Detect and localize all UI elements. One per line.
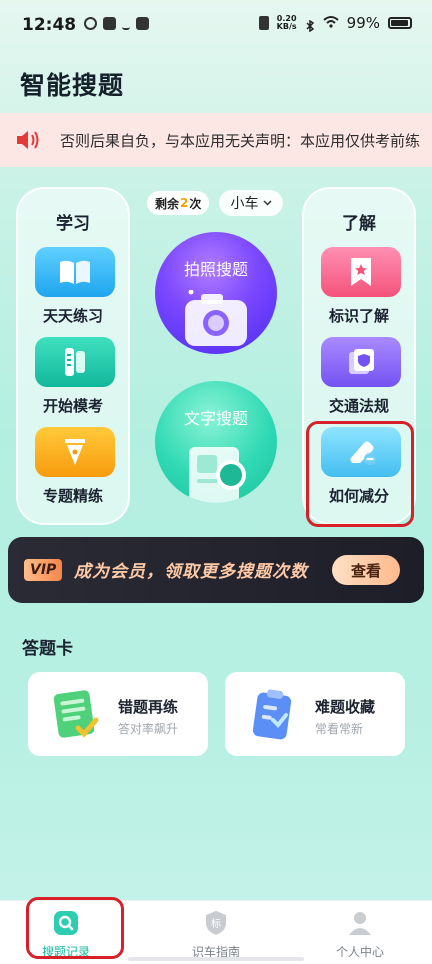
daily-practice-label: 天天练习 — [42, 307, 103, 325]
battery-icon — [388, 17, 412, 29]
wrong-questions-subtitle: 答对率飙升 — [118, 722, 179, 736]
document-search-icon — [189, 447, 246, 503]
notice-text: 否则后果自负，与本应用无关声明：本应用仅供考前练 — [60, 132, 421, 150]
vip-text: 成为会员，领取更多搜题次数 — [74, 562, 308, 582]
app-notification-icon — [103, 17, 116, 30]
book-icon — [60, 260, 90, 284]
pen-nib-icon — [65, 439, 85, 465]
photo-search-label: 拍照搜题 — [183, 260, 248, 279]
study-panel: 学习 天天练习 开始模考 专题精练 — [16, 187, 130, 525]
net-speed: 0.20 KB/s — [276, 14, 297, 31]
remaining-count-badge: 剩余 2 次 — [147, 191, 210, 215]
wrong-questions-title: 错题再练 — [118, 698, 179, 716]
traffic-law-label: 交通法规 — [328, 397, 389, 415]
text-search-button[interactable]: 文字搜题 — [155, 381, 277, 503]
topic-practice-button[interactable] — [35, 427, 115, 477]
nav-vehicle-guide[interactable]: 标 识车指南 — [166, 907, 266, 960]
sync-icon — [84, 17, 97, 30]
highlight-search-record — [26, 897, 124, 959]
page-title: 智能搜题 — [20, 71, 125, 100]
chevron-down-icon — [262, 200, 272, 206]
hard-questions-card[interactable]: 难题收藏 常看常新 — [225, 672, 405, 756]
pencil-ruler-icon — [65, 348, 85, 376]
text-search-label: 文字搜题 — [183, 409, 248, 428]
nav-profile[interactable]: 个人中心 — [310, 907, 410, 960]
highlight-reduce-points — [306, 421, 414, 527]
mail-icon — [136, 17, 149, 30]
hard-questions-subtitle: 常看常新 — [315, 722, 364, 736]
vip-view-button[interactable]: 查看 — [332, 555, 400, 585]
status-time: 12:48 — [22, 15, 77, 35]
clipboard-check-icon — [252, 689, 292, 740]
vip-banner[interactable]: VIP 成为会员，领取更多搜题次数 查看 — [8, 537, 424, 603]
traffic-law-button[interactable] — [321, 337, 401, 387]
hard-questions-title: 难题收藏 — [315, 698, 376, 716]
bookmark-star-icon — [351, 258, 371, 286]
sign-knowledge-label: 标识了解 — [328, 307, 389, 325]
sign-badge-icon: 标 — [206, 911, 226, 935]
vehicle-type-dropdown[interactable]: 小车 — [219, 190, 283, 216]
topic-practice-label: 专题精练 — [42, 487, 103, 505]
bluetooth-icon — [305, 18, 315, 33]
study-title: 学习 — [56, 214, 90, 234]
vibrate-icon — [258, 16, 269, 30]
notebook-check-icon — [53, 690, 99, 738]
mock-exam-label: 开始模考 — [42, 397, 103, 415]
user-icon — [349, 912, 371, 935]
wrong-questions-card[interactable]: 错题再练 答对率飙升 — [28, 672, 208, 756]
download-icon — [122, 17, 130, 30]
vip-tag: VIP — [24, 559, 63, 581]
svg-text:标: 标 — [211, 918, 221, 930]
wifi-icon — [323, 15, 339, 32]
shield-doc-icon — [349, 349, 374, 374]
home-indicator[interactable] — [128, 957, 304, 961]
sign-knowledge-button[interactable] — [321, 247, 401, 297]
daily-practice-button[interactable] — [35, 247, 115, 297]
status-notification-icons — [84, 17, 149, 30]
mock-exam-button[interactable] — [35, 337, 115, 387]
nav-profile-label: 个人中心 — [335, 945, 384, 959]
speaker-icon — [14, 129, 42, 151]
battery-percent: 99% — [346, 14, 380, 32]
status-bar: 12:48 0.20 KB/s 99% — [0, 0, 432, 50]
photo-search-button[interactable]: 拍照搜题 — [155, 232, 277, 354]
learn-title: 了解 — [342, 214, 376, 234]
camera-icon — [185, 290, 247, 346]
answer-card-title: 答题卡 — [22, 639, 73, 659]
notice-bar[interactable]: 否则后果自负，与本应用无关声明：本应用仅供考前练 — [0, 113, 432, 167]
